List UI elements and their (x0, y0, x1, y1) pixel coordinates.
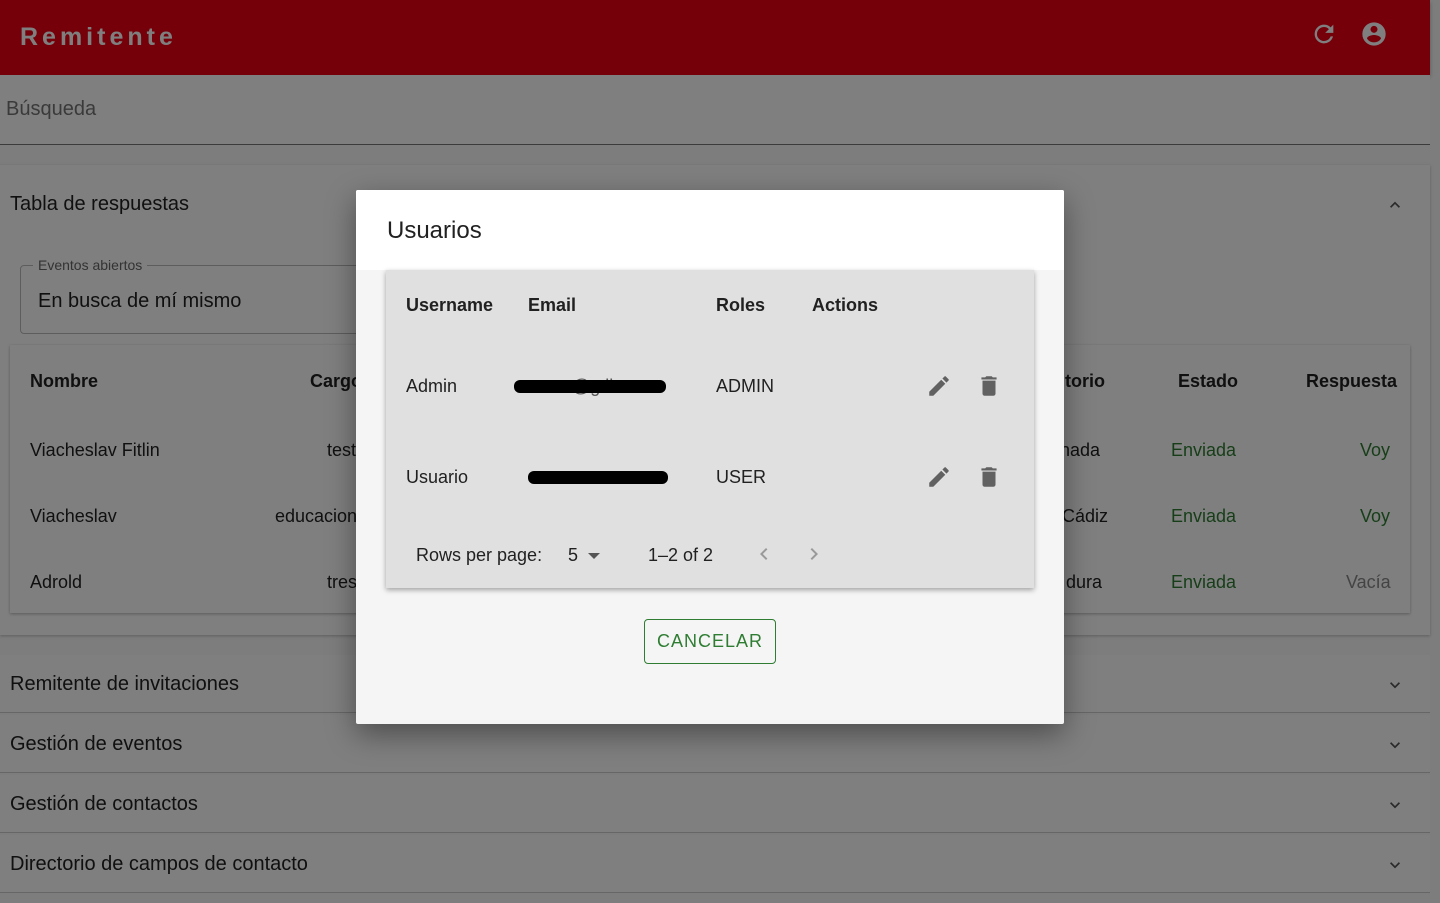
edit-icon[interactable] (926, 464, 952, 490)
edit-icon[interactable] (926, 373, 952, 399)
email-redaction (514, 380, 666, 393)
user-row-username: Admin (406, 376, 458, 396)
pagination-range: 1–2 of 2 (648, 545, 714, 565)
users-table: Username Email Roles Actions Admin @g il… (386, 270, 1034, 588)
chevron-left-icon[interactable] (752, 542, 776, 566)
rows-per-page-value: 5 (568, 545, 579, 565)
col-header-username[interactable]: Username (406, 295, 493, 316)
email-redaction (528, 471, 668, 484)
users-dialog: Usuarios Username Email Roles Actions Ad… (356, 190, 1064, 724)
col-header-roles[interactable]: Roles (716, 295, 765, 316)
cancel-button[interactable]: CANCELAR (644, 619, 776, 664)
dialog-title: Usuarios (387, 217, 482, 244)
col-header-actions: Actions (812, 295, 879, 315)
chevron-right-icon[interactable] (802, 542, 826, 566)
arrow-drop-down-icon (588, 552, 601, 559)
user-row-roles: USER (716, 467, 767, 487)
col-header-email[interactable]: Email (528, 295, 576, 316)
user-row-roles: ADMIN (716, 376, 774, 396)
rows-per-page-label: Rows per page: (416, 545, 543, 565)
delete-icon[interactable] (976, 464, 1002, 490)
rows-per-page-select[interactable]: 5 (568, 545, 601, 566)
delete-icon[interactable] (976, 373, 1002, 399)
user-row-username: Usuario (406, 467, 469, 487)
